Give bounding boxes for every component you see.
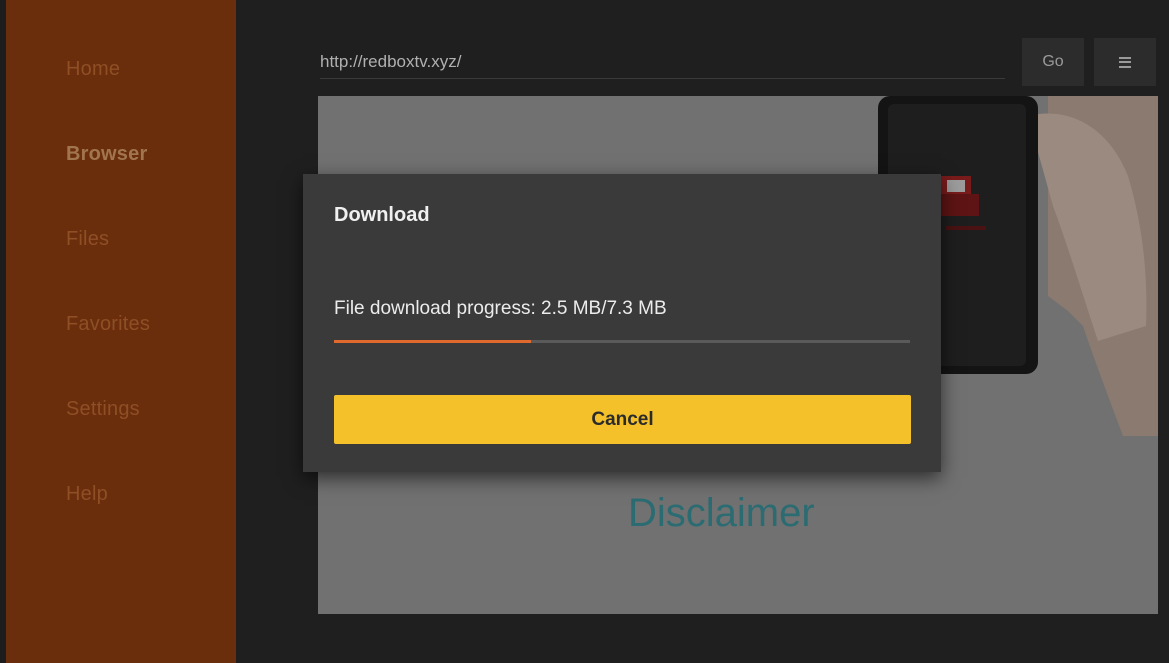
url-input[interactable] xyxy=(320,46,1005,79)
sidebar-item-favorites[interactable]: Favorites xyxy=(66,313,150,336)
sidebar-item-home[interactable]: Home xyxy=(66,58,120,81)
go-button[interactable]: Go xyxy=(1022,38,1084,86)
cancel-button[interactable]: Cancel xyxy=(334,395,911,444)
menu-button[interactable] xyxy=(1094,38,1156,86)
hamburger-menu-icon xyxy=(1119,56,1131,68)
sidebar-item-files[interactable]: Files xyxy=(66,228,109,251)
sidebar-item-browser[interactable]: Browser xyxy=(66,143,147,166)
dialog-title: Download xyxy=(334,204,430,226)
sidebar-item-settings[interactable]: Settings xyxy=(66,398,140,421)
disclaimer-heading: Disclaimer xyxy=(628,491,815,535)
sidebar: Home Browser Files Favorites Settings He… xyxy=(6,0,236,663)
download-dialog: Download File download progress: 2.5 MB/… xyxy=(303,174,941,472)
download-progress-text: File download progress: 2.5 MB/7.3 MB xyxy=(334,298,667,319)
download-progress-fill xyxy=(334,340,532,343)
sidebar-item-help[interactable]: Help xyxy=(66,483,108,506)
download-progress-bar xyxy=(334,340,910,343)
